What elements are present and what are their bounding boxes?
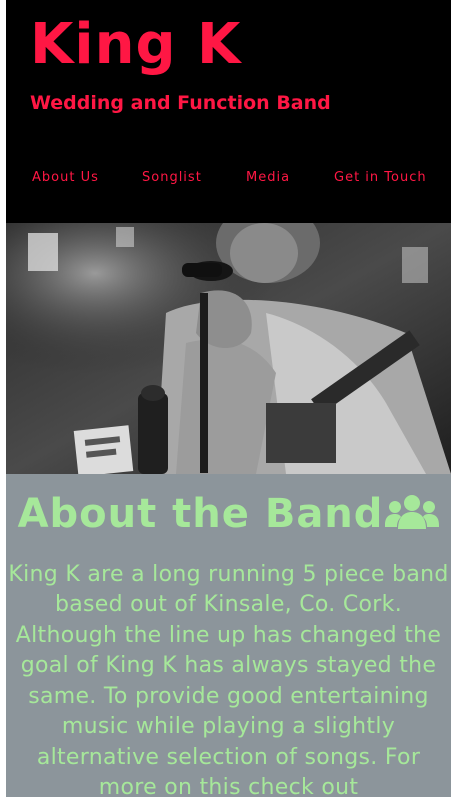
users-icon	[385, 493, 440, 540]
about-heading: About the Band	[6, 474, 451, 540]
nav-item-about-us[interactable]: About Us	[32, 170, 99, 185]
site-header: King K Wedding and Function Band About U…	[6, 0, 451, 223]
page: King K Wedding and Function Band About U…	[6, 0, 451, 797]
site-tagline: Wedding and Function Band	[30, 92, 331, 114]
site-logo-title[interactable]: King K	[30, 14, 241, 76]
about-paragraph: King K are a long running 5 piece band b…	[8, 561, 449, 797]
hero-band-photo	[6, 223, 451, 474]
about-section: About the Band King K are a long running…	[6, 474, 451, 797]
band-photo	[6, 223, 451, 474]
nav-item-get-in-touch[interactable]: Get in Touch	[334, 170, 427, 185]
nav-item-media[interactable]: Media	[246, 170, 290, 185]
nav-item-songlist[interactable]: Songlist	[142, 170, 202, 185]
main-nav: About Us Songlist Media Get in Touch	[6, 170, 451, 190]
about-title-text: About the Band	[17, 491, 384, 537]
